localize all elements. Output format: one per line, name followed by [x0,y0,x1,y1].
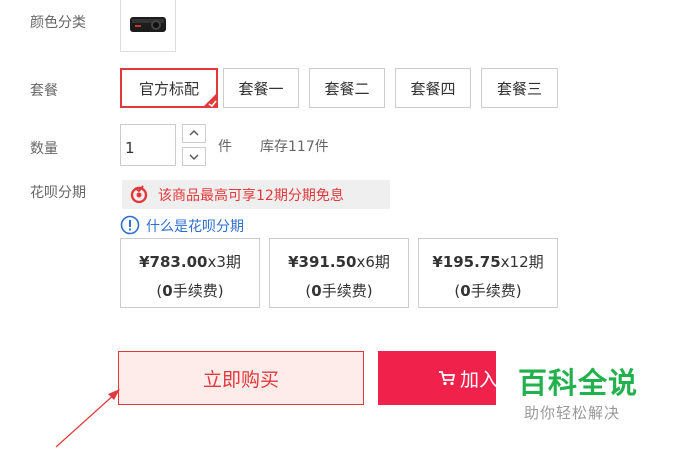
plan-fee-value: 0 [460,282,471,300]
installment-plan-3[interactable]: ¥783.00x3期 (0手续费) [120,238,260,308]
package-option-2[interactable]: 套餐二 [309,68,385,108]
watermark-subtitle: 助你轻松解决 [524,404,621,422]
quantity-increase-button[interactable] [182,124,206,143]
buy-now-button[interactable]: 立即购买 [118,351,364,405]
package-option-3[interactable]: 套餐三 [481,68,558,108]
installment-plan-6[interactable]: ¥391.50x6期 (0手续费) [269,238,409,308]
watermark: 百科全说 助你轻松解决 [496,348,692,428]
package-option-standard[interactable]: 官方标配 [120,68,218,108]
package-label: 套餐 [30,83,58,99]
annotation-arrow [55,389,120,448]
package-option-4[interactable]: 套餐四 [395,68,471,108]
chevron-down-icon [189,154,199,160]
plan-fee-value: 0 [162,282,173,300]
stock-count: 库存117件 [260,139,329,155]
plan-fee-suffix: 手续费) [321,282,373,300]
plan-fee-suffix: 手续费) [172,282,224,300]
watermark-title: 百科全说 [518,366,639,400]
promo-icon [130,185,148,203]
what-is-huabei-link[interactable]: 什么是花呗分期 [146,216,244,236]
add-to-cart-label: 加入 [460,369,499,391]
package-option-label: 官方标配 [138,79,199,98]
plan-fee-suffix: 手续费) [470,282,522,300]
plan-amount: ¥195.75 [432,253,501,271]
chevron-up-icon [189,130,199,136]
plan-fee-value: 0 [311,282,322,300]
quantity-decrease-button[interactable] [182,147,206,166]
installment-promo-text: 该商品最高可享12期分期免息 [158,188,344,204]
plan-term: x6期 [356,253,390,271]
color-option-thumbnail[interactable] [120,0,176,52]
quantity-input[interactable]: 1 [120,124,176,166]
package-option-label: 套餐二 [324,79,370,98]
projector-image [130,17,166,32]
info-icon[interactable] [120,215,140,235]
package-option-label: 套餐一 [238,79,284,98]
plan-amount: ¥783.00 [139,253,208,271]
color-label: 颜色分类 [30,15,86,31]
quantity-label: 数量 [30,141,58,157]
cart-icon [439,371,456,386]
plan-amount: ¥391.50 [288,253,357,271]
installment-plan-12[interactable]: ¥195.75x12期 (0手续费) [418,238,558,308]
package-option-1[interactable]: 套餐一 [223,68,299,108]
plan-term: x12期 [500,253,544,271]
package-option-label: 套餐四 [410,79,456,98]
installment-promo-banner: 该商品最高可享12期分期免息 [122,180,390,209]
package-option-label: 套餐三 [496,79,542,98]
selected-check-icon [202,92,218,108]
plan-term: x3期 [207,253,241,271]
huabei-label: 花呗分期 [30,185,86,201]
quantity-unit: 件 [218,139,232,155]
